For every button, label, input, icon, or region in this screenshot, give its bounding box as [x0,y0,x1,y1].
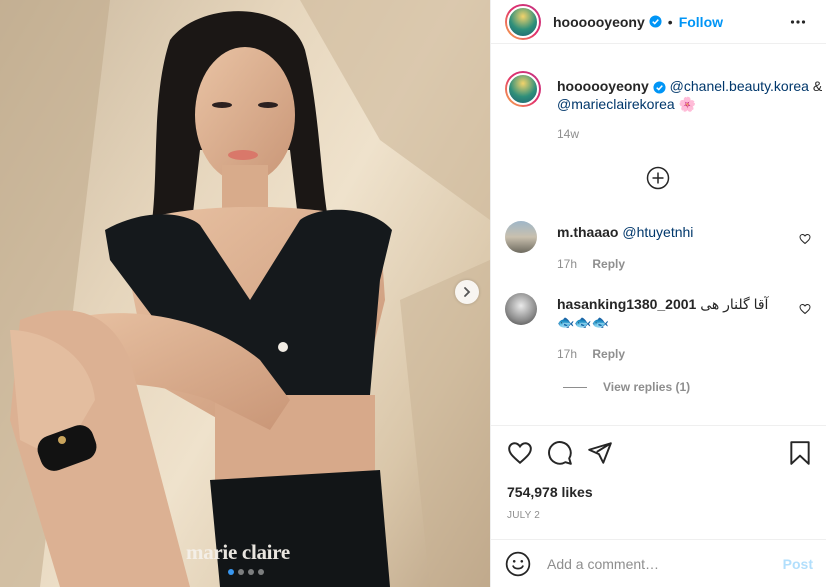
header-separator: • [667,13,673,30]
comment-icon[interactable] [547,440,573,466]
commenter-username[interactable]: m.thaaao [557,224,618,240]
view-replies-button[interactable]: View replies (1) [563,380,690,394]
view-replies-divider [563,386,587,388]
comment-input[interactable] [547,555,767,572]
caption-mention-marieclaire[interactable]: @marieclairekorea [557,96,675,112]
more-options-icon[interactable] [790,14,806,30]
magazine-watermark: marie claire [186,540,290,564]
comment-item: hasanking1380_2001 آقا گلنار هی 🐟🐟🐟 17h … [505,293,815,361]
reply-button[interactable]: Reply [592,257,625,271]
caption-mention-chanel[interactable]: @chanel.beauty.korea [670,78,809,94]
caption-time[interactable]: 14w [557,125,826,143]
carousel-indicator [228,569,264,575]
bookmark-icon[interactable] [787,440,813,466]
photo-scene [0,0,490,587]
post-details-panel: hoooooyeony • Follow hoooooyeony @chanel… [490,0,826,587]
caption-joiner: & [812,78,823,94]
comment-time[interactable]: 17h [557,257,577,271]
verified-badge-icon [649,15,662,28]
author-username[interactable]: hoooooyeony [553,14,645,30]
comment-like-heart-icon[interactable] [799,233,811,245]
carousel-dot-2 [238,569,244,575]
caption-emoji: 🌸 [678,96,697,112]
comment-body: hasanking1380_2001 آقا گلنار هی 🐟🐟🐟 [557,295,792,331]
add-comment-bar: Post [491,539,826,587]
post-actions: 754,978 likes JULY 2 [491,425,826,531]
view-replies-label: View replies (1) [603,380,691,394]
carousel-next-button[interactable] [455,280,479,304]
likes-count[interactable]: 754,978 likes [507,484,593,500]
carousel-dot-1 [228,569,234,575]
post-date[interactable]: JULY 2 [507,510,540,521]
caption-username[interactable]: hoooooyeony [557,78,649,94]
verified-badge-icon [653,81,666,94]
plus-circle-icon[interactable] [646,166,670,190]
author-avatar[interactable] [505,3,541,40]
emoji-icon[interactable] [505,551,531,577]
commenter-username[interactable]: hasanking1380_2001 [557,296,696,312]
comment-meta: 17h Reply [557,257,637,271]
comment-text: آقا گلنار هی [700,296,769,312]
post-header: hoooooyeony • Follow [491,0,826,44]
caption-avatar[interactable] [505,71,541,107]
commenter-avatar[interactable] [505,293,537,325]
follow-button[interactable]: Follow [679,14,723,30]
comment-meta: 17h Reply [557,347,637,361]
chevron-right-icon [464,287,471,297]
carousel-dot-3 [248,569,254,575]
comment-like-heart-icon[interactable] [799,303,811,315]
comment-body: m.thaaao @htuyetnhi [557,223,792,241]
share-icon[interactable] [587,440,613,466]
reply-button[interactable]: Reply [592,347,625,361]
heart-icon[interactable] [507,440,533,466]
comment-emoji: 🐟🐟🐟 [557,314,610,330]
comments-section[interactable]: hoooooyeony @chanel.beauty.korea & @mari… [491,53,826,425]
carousel-dot-4 [258,569,264,575]
post-comment-button[interactable]: Post [783,556,813,572]
post-photo[interactable]: marie claire [0,0,490,587]
comment-item: m.thaaao @htuyetnhi 17h Reply [505,221,815,271]
commenter-avatar[interactable] [505,221,537,253]
comment-mention[interactable]: @htuyetnhi [622,224,693,240]
comment-time[interactable]: 17h [557,347,577,361]
caption-text: hoooooyeony @chanel.beauty.korea & @mari… [557,77,826,143]
